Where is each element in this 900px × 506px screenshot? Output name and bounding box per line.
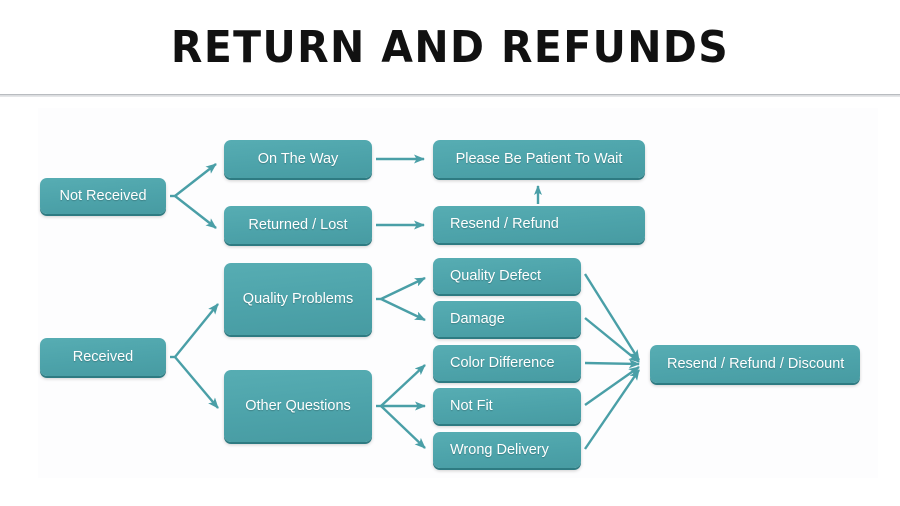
node-label: Wrong Delivery <box>450 441 549 458</box>
node-returned-lost[interactable]: Returned / Lost <box>224 206 372 244</box>
node-resend-refund-discount[interactable]: Resend / Refund / Discount <box>650 345 860 383</box>
node-label: Resend / Refund <box>450 216 559 233</box>
node-quality-defect[interactable]: Quality Defect <box>433 258 581 294</box>
node-label: Not Received <box>59 187 147 204</box>
node-label: Color Difference <box>450 354 555 371</box>
node-label: Damage <box>450 310 505 327</box>
node-label: On The Way <box>257 150 339 167</box>
node-please-be-patient-to-wait[interactable]: Please Be Patient To Wait <box>433 140 645 178</box>
node-label: Resend / Refund / Discount <box>667 355 845 372</box>
node-label: Returned / Lost <box>248 216 348 233</box>
flowchart-canvas: Not Received On The Way Returned / Lost … <box>38 108 878 478</box>
slide-root: RETURN AND REFUNDS Not Received On The W… <box>0 0 900 506</box>
node-resend-refund[interactable]: Resend / Refund <box>433 206 645 243</box>
node-label: Not Fit <box>450 397 493 414</box>
title-bar: RETURN AND REFUNDS <box>0 0 900 97</box>
node-label: Other Questions <box>245 397 351 414</box>
node-other-questions[interactable]: Other Questions <box>224 370 372 442</box>
node-color-difference[interactable]: Color Difference <box>433 345 581 381</box>
node-quality-problems[interactable]: Quality Problems <box>224 263 372 335</box>
node-received[interactable]: Received <box>40 338 166 376</box>
node-on-the-way[interactable]: On The Way <box>224 140 372 178</box>
node-label: Quality Problems <box>242 290 354 307</box>
node-not-fit[interactable]: Not Fit <box>433 388 581 424</box>
node-label: Please Be Patient To Wait <box>455 150 623 167</box>
node-damage[interactable]: Damage <box>433 301 581 337</box>
node-label: Quality Defect <box>450 267 542 284</box>
node-not-received[interactable]: Not Received <box>40 178 166 214</box>
node-label: Received <box>72 348 134 365</box>
title-divider <box>0 94 900 97</box>
node-wrong-delivery[interactable]: Wrong Delivery <box>433 432 581 468</box>
page-title: RETURN AND REFUNDS <box>170 22 730 73</box>
